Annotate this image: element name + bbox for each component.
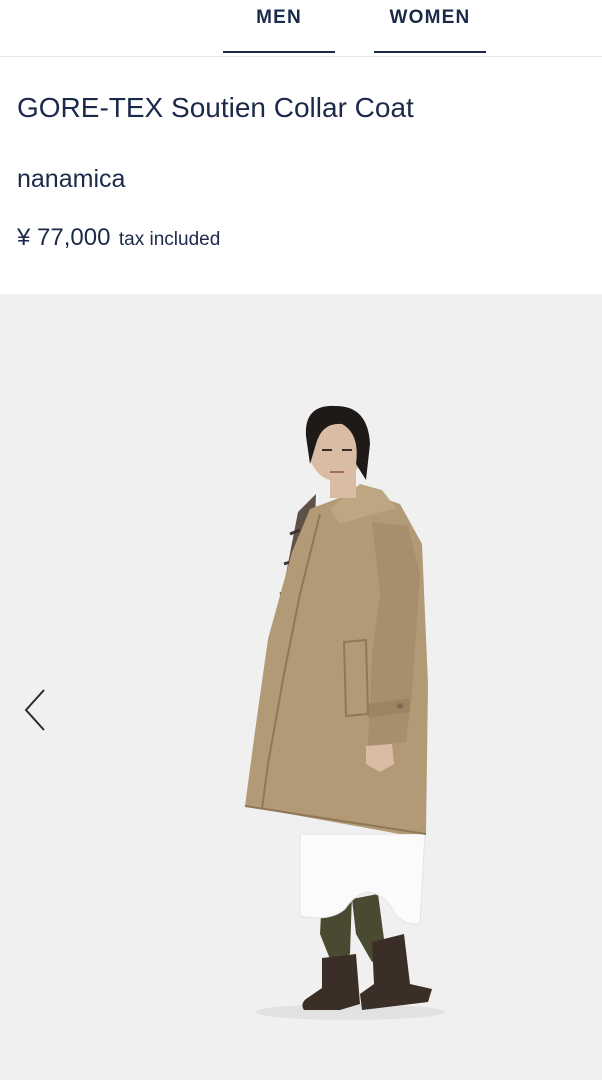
- gender-tabs: MEN WOMEN: [0, 0, 602, 57]
- chevron-left-icon: [24, 689, 45, 731]
- product-price: ¥ 77,000: [17, 224, 111, 251]
- tab-women[interactable]: WOMEN: [374, 0, 486, 53]
- tax-note: tax included: [118, 229, 221, 250]
- tab-men[interactable]: MEN: [223, 0, 335, 53]
- product-title: GORE-TEX Soutien Collar Coat: [17, 92, 414, 123]
- product-photo: [0, 294, 602, 1080]
- brand-link[interactable]: nanamica: [17, 165, 125, 194]
- gallery-prev-button[interactable]: [18, 686, 52, 734]
- price-row: ¥ 77,000 tax included: [17, 224, 220, 252]
- product-image-gallery[interactable]: [0, 294, 602, 1080]
